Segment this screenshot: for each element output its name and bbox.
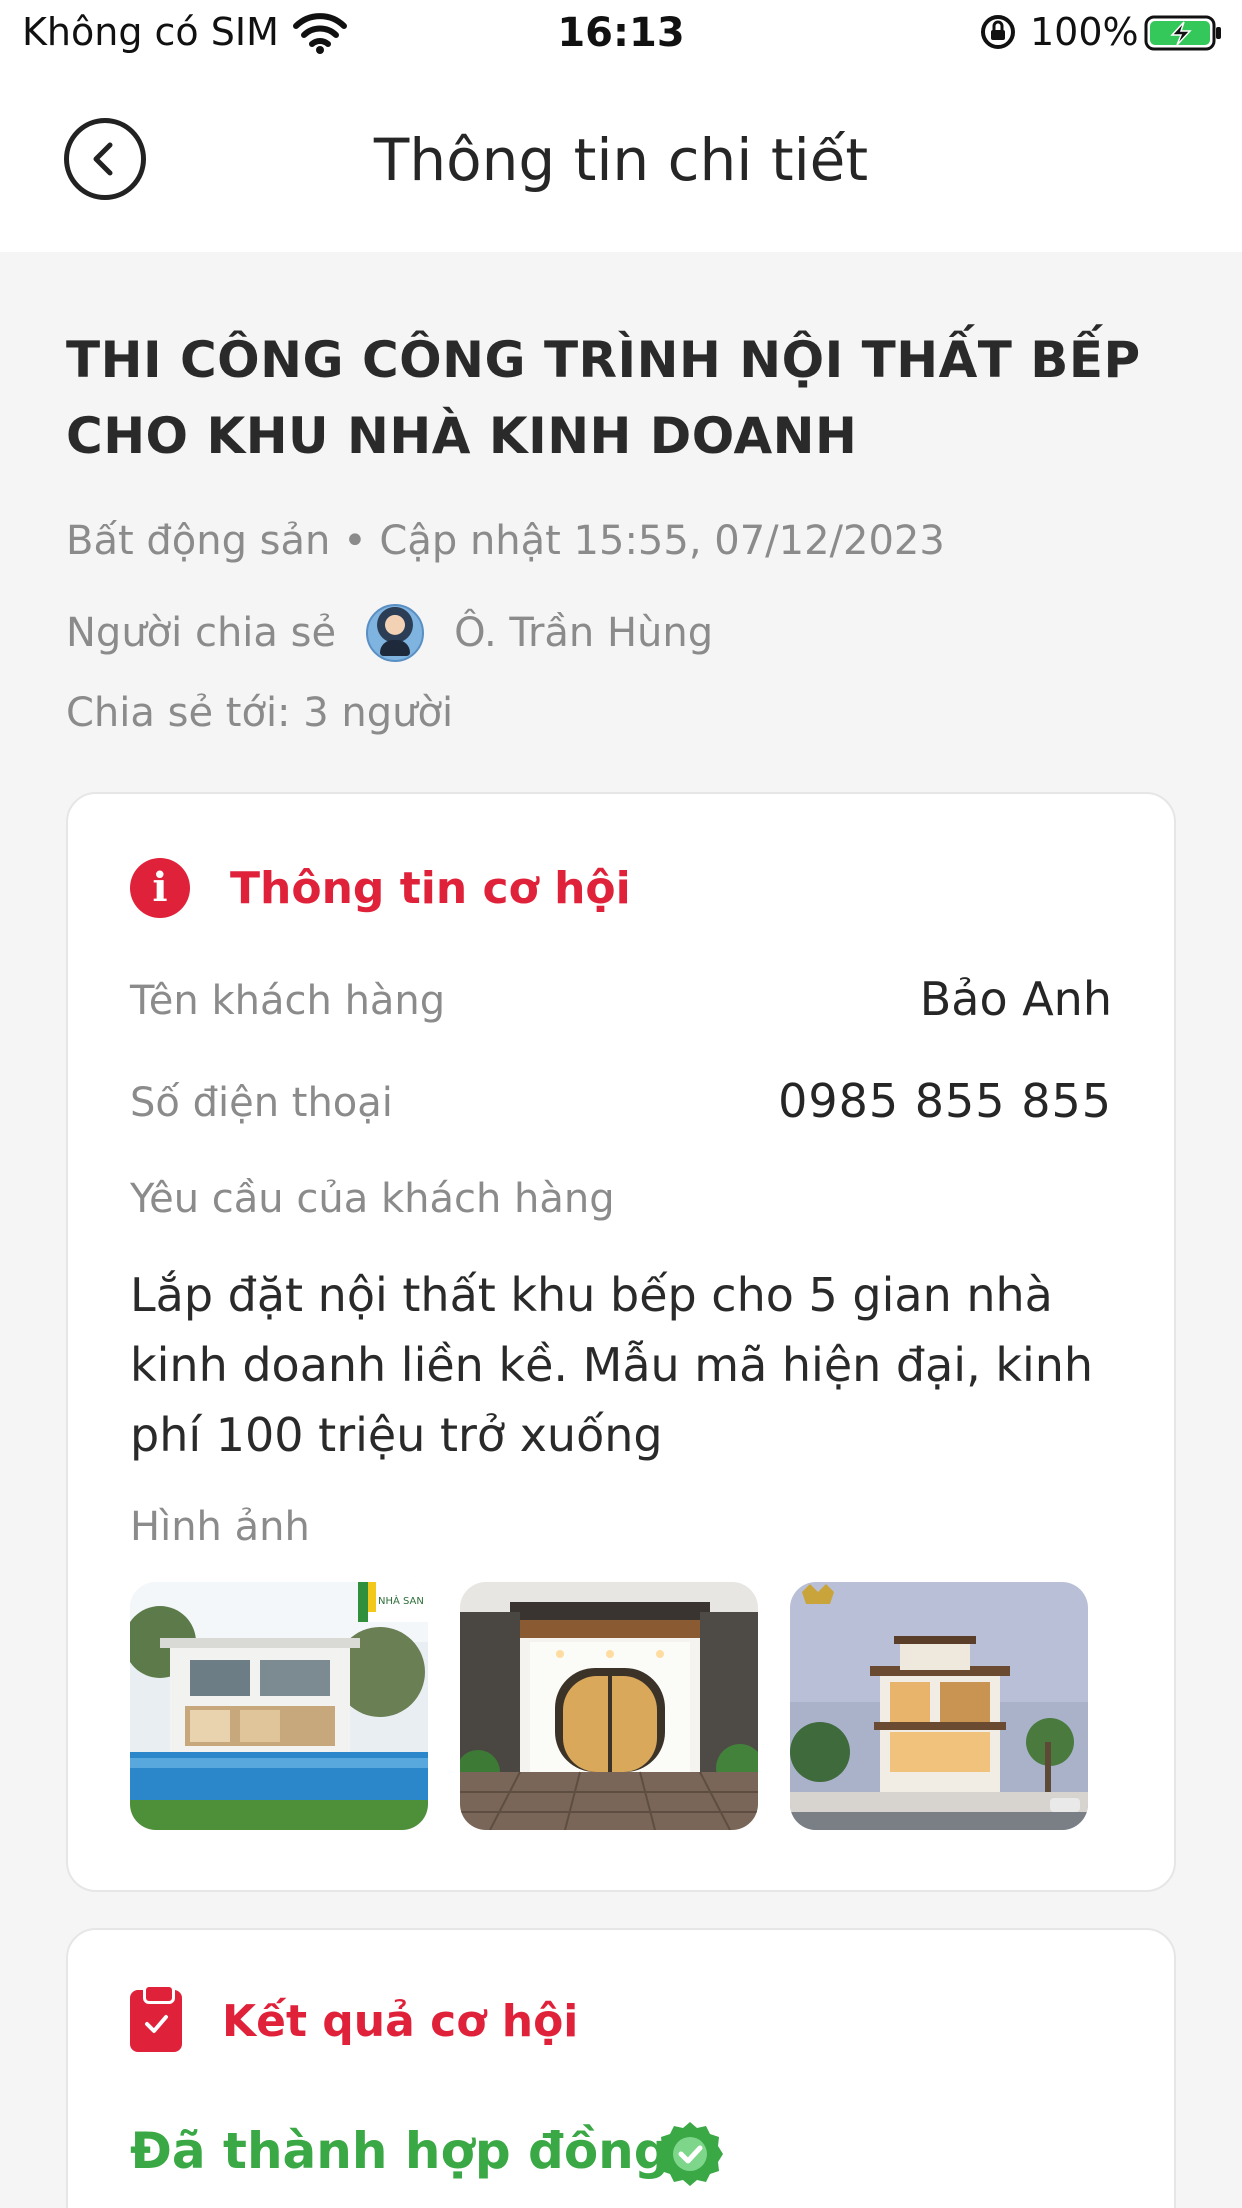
status-bar: Không có SIM 16:13 100% (0, 0, 1242, 68)
image-thumbnail-3[interactable] (790, 1582, 1088, 1830)
page-title: Thông tin chi tiết (373, 126, 869, 194)
info-icon: i (130, 858, 190, 918)
result-status: Đã thành hợp đồng (130, 2122, 670, 2180)
request-value: Lắp đặt nội thất khu bếp cho 5 gian nhà … (130, 1268, 1094, 1462)
image-gallery: NHÀ SAN (130, 1582, 1088, 1830)
verified-badge-icon (657, 2122, 723, 2186)
battery-charging-icon (1144, 15, 1221, 51)
customer-name-value: Bảo Anh (919, 972, 1112, 1026)
image-thumbnail-1[interactable]: NHÀ SAN (130, 1582, 428, 1830)
customer-name-label: Tên khách hàng (130, 978, 446, 1024)
sharer-name[interactable]: Ô. Trần Hùng (454, 610, 713, 656)
result-card: Kết quả cơ hội Đã thành hợp đồng (66, 1928, 1176, 2208)
screen: Không có SIM 16:13 100% Thông tin chi ti… (0, 0, 1242, 2208)
battery-percent: 100% (1030, 10, 1139, 54)
avatar (366, 604, 425, 662)
svg-text:NHÀ SAN: NHÀ SAN (378, 1594, 424, 1607)
phone-value[interactable]: 0985 855 855 (778, 1074, 1112, 1128)
header: Thông tin chi tiết (0, 68, 1242, 252)
opportunity-heading-label: Thông tin cơ hội (230, 862, 631, 914)
result-heading: Kết quả cơ hội (130, 1984, 579, 2052)
orientation-lock-icon (981, 15, 1015, 49)
sharer-line: Người chia sẻ Ô. Trần Hùng (66, 604, 713, 662)
shared-to-line: Chia sẻ tới: 3 người (66, 690, 454, 736)
phone-label: Số điện thoại (130, 1080, 393, 1126)
clipboard-check-icon (130, 1984, 182, 2052)
request-label: Yêu cầu của khách hàng (130, 1176, 615, 1222)
result-heading-label: Kết quả cơ hội (222, 1995, 579, 2047)
category-update-line: Bất động sản • Cập nhật 15:55, 07/12/202… (66, 518, 945, 564)
images-label: Hình ảnh (130, 1504, 310, 1550)
opportunity-heading: i Thông tin cơ hội (130, 858, 631, 918)
image-thumbnail-2[interactable] (460, 1582, 758, 1830)
job-title: THI CÔNG CÔNG TRÌNH NỘI THẤT BẾP CHO KHU… (66, 331, 1141, 465)
sharer-label: Người chia sẻ (66, 610, 337, 656)
opportunity-card: i Thông tin cơ hội Tên khách hàng Bảo An… (66, 792, 1176, 1892)
